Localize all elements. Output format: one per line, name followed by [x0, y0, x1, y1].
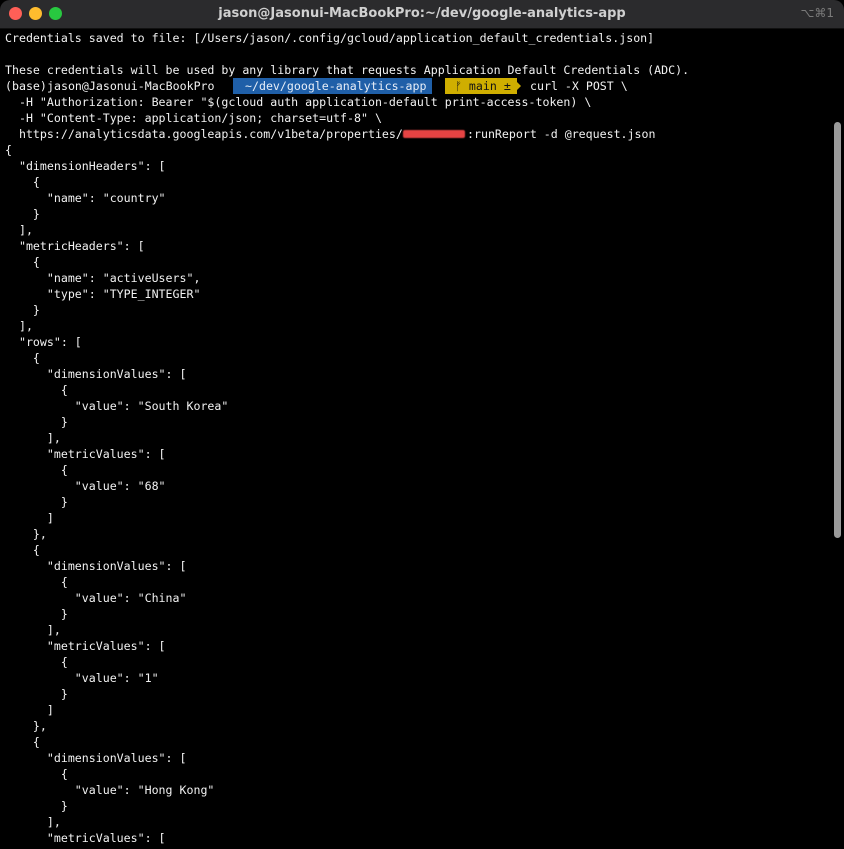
json-line: "dimensionValues": [: [5, 559, 187, 573]
output-line: Credentials saved to file: [/Users/jason…: [5, 31, 655, 45]
json-line: }: [5, 415, 68, 429]
url-suffix: :runReport -d @request.json: [467, 127, 656, 141]
json-line: {: [5, 463, 68, 477]
json-line: },: [5, 527, 47, 541]
json-line: {: [5, 575, 68, 589]
json-line: ],: [5, 815, 61, 829]
json-line: "metricHeaders": [: [5, 239, 145, 253]
redacted-property-id: [403, 130, 465, 138]
json-line: {: [5, 143, 12, 157]
json-line: ]: [5, 511, 54, 525]
command-line: -H "Authorization: Bearer "$(gcloud auth…: [5, 95, 592, 109]
json-line: ],: [5, 319, 33, 333]
json-line: }: [5, 799, 68, 813]
json-line: }: [5, 607, 68, 621]
json-line: {: [5, 383, 68, 397]
git-branch-status: ᚠ main ±: [445, 78, 517, 94]
command-text: curl -X POST \: [530, 79, 628, 93]
json-line: {: [5, 655, 68, 669]
conda-env: (base): [5, 79, 47, 93]
json-line: "value": "Hong Kong": [5, 783, 215, 797]
json-line: {: [5, 175, 40, 189]
url-prefix: https://analyticsdata.googleapis.com/v1b…: [5, 127, 403, 141]
json-line: "rows": [: [5, 335, 82, 349]
json-line: "value": "China": [5, 591, 187, 605]
window-shortcut: ⌥⌘1: [800, 6, 834, 20]
command-line: https://analyticsdata.googleapis.com/v1b…: [5, 126, 830, 142]
git-segment-arrow: [513, 78, 521, 94]
json-line: ],: [5, 623, 61, 637]
json-line: "dimensionHeaders": [: [5, 159, 166, 173]
json-line: {: [5, 735, 40, 749]
json-line: {: [5, 543, 40, 557]
json-line: },: [5, 719, 47, 733]
json-line: "metricValues": [: [5, 639, 166, 653]
window-title: jason@Jasonui-MacBookPro:~/dev/google-an…: [218, 6, 626, 21]
title-bar[interactable]: jason@Jasonui-MacBookPro:~/dev/google-an…: [0, 0, 844, 29]
json-line: "type": "TYPE_INTEGER": [5, 287, 201, 301]
user-host: jason@Jasonui-MacBookPro: [47, 79, 215, 93]
json-line: ]: [5, 703, 54, 717]
command-line: -H "Content-Type: application/json; char…: [5, 111, 382, 125]
json-line: ],: [5, 223, 33, 237]
json-line: {: [5, 351, 40, 365]
json-line: "value": "South Korea": [5, 399, 229, 413]
json-line: {: [5, 767, 68, 781]
scrollbar-thumb[interactable]: [834, 122, 841, 538]
json-line: }: [5, 303, 40, 317]
json-line: {: [5, 255, 40, 269]
json-line: ],: [5, 431, 61, 445]
json-line: "dimensionValues": [: [5, 751, 187, 765]
terminal-window: jason@Jasonui-MacBookPro:~/dev/google-an…: [0, 0, 844, 849]
prompt-line: (base) jason@Jasonui-MacBookPro ~/dev/go…: [5, 78, 830, 94]
json-line: "name": "activeUsers",: [5, 271, 201, 285]
json-line: }: [5, 495, 68, 509]
json-line: "value": "68": [5, 479, 166, 493]
json-line: "metricValues": [: [5, 447, 166, 461]
terminal-output[interactable]: Credentials saved to file: [/Users/jason…: [5, 30, 830, 849]
json-line: "name": "country": [5, 191, 166, 205]
json-line: }: [5, 687, 68, 701]
json-line: "metricValues": [: [5, 831, 166, 845]
json-line: }: [5, 207, 40, 221]
output-line: These credentials will be used by any li…: [5, 63, 690, 77]
json-line: "dimensionValues": [: [5, 367, 187, 381]
json-line: "value": "1": [5, 671, 159, 685]
prompt-directory: ~/dev/google-analytics-app: [233, 78, 433, 94]
